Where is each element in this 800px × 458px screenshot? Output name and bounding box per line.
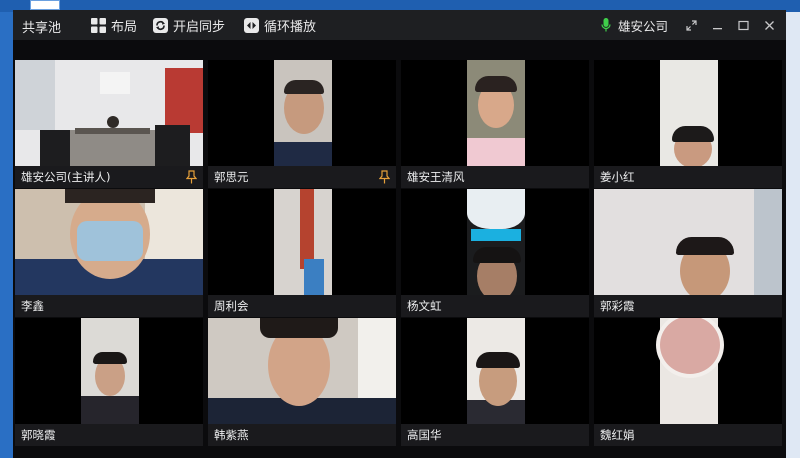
video-feed [594,318,782,424]
participant-tile[interactable]: 高国华 [401,318,589,446]
participant-name-bar: 郭彩霞 [594,295,782,317]
video-feed [15,318,203,424]
sync-button[interactable]: 开启同步 [153,15,225,35]
participant-name-bar: 郭晓霞 [15,424,203,446]
participant-tile[interactable]: 雄安公司(主讲人) [15,60,203,188]
loop-play-icon [244,17,259,33]
participant-tile[interactable]: 杨文虹 [401,189,589,317]
loop-play-button[interactable]: 循环播放 [244,15,316,35]
participant-name: 杨文虹 [407,299,442,313]
desktop-background-left [0,12,13,458]
participant-name: 魏红娟 [600,428,635,442]
desktop-background-right [786,12,800,458]
participant-tile[interactable]: 郭晓霞 [15,318,203,446]
active-speaker: 雄安公司 [601,16,668,35]
participant-name-bar: 雄安公司(主讲人) [15,166,203,188]
close-icon [764,20,774,30]
video-feed [208,318,396,424]
video-feed [15,189,203,295]
participant-name-bar: 高国华 [401,424,589,446]
participant-tile[interactable]: 魏红娟 [594,318,782,446]
participant-name: 周利会 [214,299,249,313]
maximize-button[interactable] [730,10,756,40]
participant-tile[interactable]: 郭思元 [208,60,396,188]
video-feed [401,60,589,166]
participant-tile[interactable]: 韩紫燕 [208,318,396,446]
layout-button[interactable]: 布局 [91,15,137,35]
grid-layout-icon [91,17,106,33]
participant-tile[interactable]: 姜小红 [594,60,782,188]
maximize-icon [737,20,749,30]
window-controls: 雄安公司 [601,10,786,40]
layout-label: 布局 [111,19,138,35]
participant-name: 雄安王清风 [407,170,465,184]
video-feed [594,189,782,295]
participant-name: 郭思元 [214,170,249,184]
close-button[interactable] [756,10,782,40]
participant-tile[interactable]: 雄安王清风 [401,60,589,188]
sync-label: 开启同步 [173,19,226,35]
participant-name: 郭彩霞 [600,299,635,313]
participant-name-bar: 李鑫 [15,295,203,317]
minimize-button[interactable] [704,10,730,40]
video-feed [594,60,782,166]
video-feed [208,189,396,295]
participant-name-bar: 姜小红 [594,166,782,188]
video-feed [401,189,589,295]
pin-icon[interactable] [379,170,390,184]
video-grid: 雄安公司(主讲人) 郭思元 雄安王清风 姜小红 李鑫 周利会 杨文虹 郭彩霞 郭… [13,60,786,458]
fullscreen-button[interactable] [678,10,704,40]
sync-icon [153,17,168,33]
video-feed [401,318,589,424]
minimize-icon [712,27,722,29]
participant-name-bar: 郭思元 [208,166,396,188]
microphone-icon [601,18,611,32]
participant-name-bar: 魏红娟 [594,424,782,446]
desktop-app-icon[interactable] [30,0,60,10]
participant-name: 姜小红 [600,170,635,184]
participant-name-bar: 杨文虹 [401,295,589,317]
shared-pool-window: 共享池 布局 开启同步 循环播放 雄安公司 雄安公司(主讲人) 郭思元 雄安王清… [13,10,786,458]
participant-name: 李鑫 [21,299,44,313]
loop-play-label: 循环播放 [264,19,317,35]
participant-name-bar: 周利会 [208,295,396,317]
participant-name: 高国华 [407,428,442,442]
participant-tile[interactable]: 李鑫 [15,189,203,317]
participant-name: 郭晓霞 [21,428,56,442]
participant-name: 韩紫燕 [214,428,249,442]
video-feed [208,60,396,166]
participant-name: 雄安公司(主讲人) [21,170,111,184]
active-speaker-name: 雄安公司 [617,18,668,34]
participant-name-bar: 雄安王清风 [401,166,589,188]
pin-icon[interactable] [186,170,197,184]
participant-name-bar: 韩紫燕 [208,424,396,446]
participant-tile[interactable]: 郭彩霞 [594,189,782,317]
fullscreen-icon [685,19,697,31]
participant-tile[interactable]: 周利会 [208,189,396,317]
video-feed [15,60,203,166]
title-bar: 共享池 布局 开启同步 循环播放 雄安公司 [13,10,786,40]
window-title: 共享池 [22,21,62,36]
